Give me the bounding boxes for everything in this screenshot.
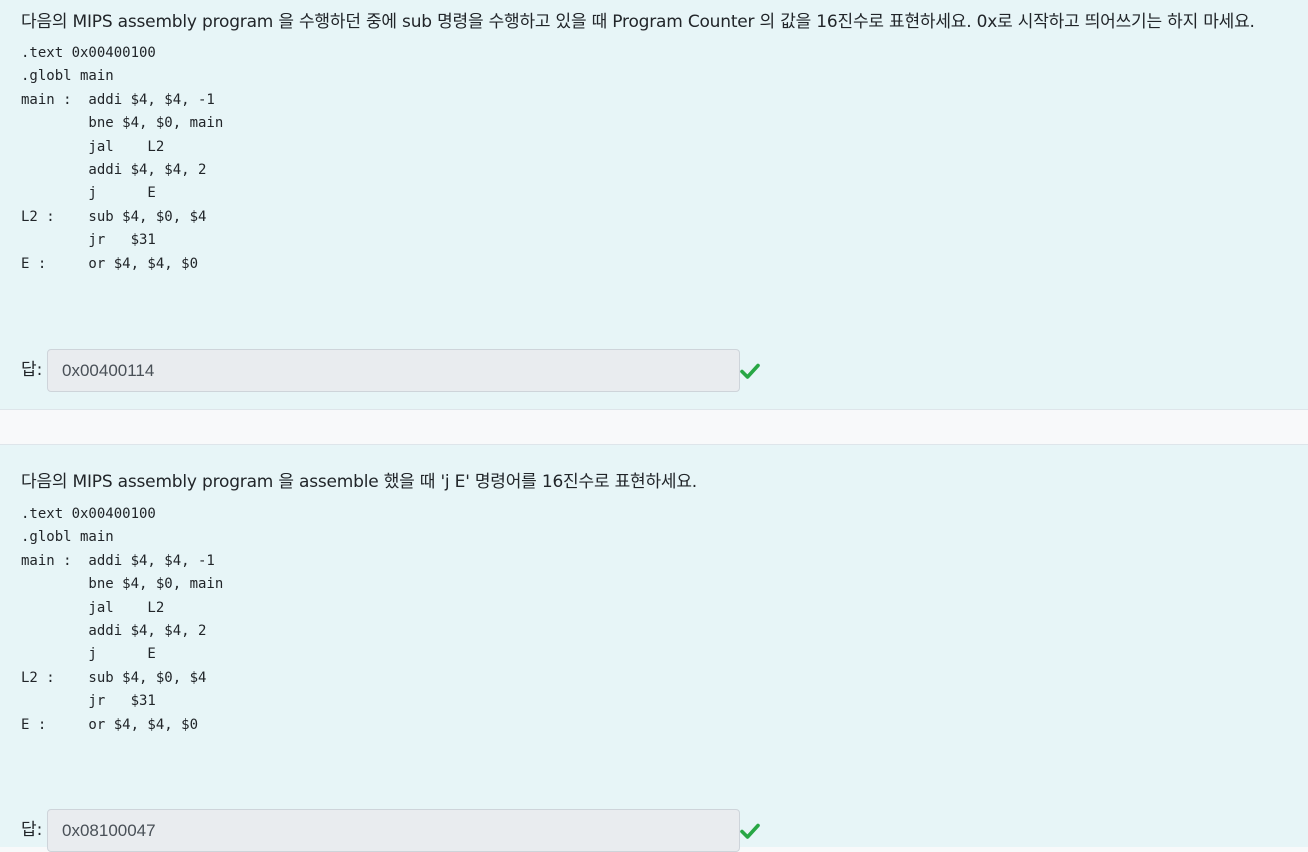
code-line: E : or $4, $4, $0 (21, 716, 199, 733)
code-line: .text 0x00400100 (21, 506, 156, 522)
code-line: j E (21, 646, 156, 663)
code-line: L2 : sub $4, $0, $4 (21, 669, 207, 686)
code-line: bne $4, $0, main (21, 115, 224, 132)
code-line: j E (21, 185, 156, 202)
code-line: main : addi $4, $4, -1 (21, 552, 215, 569)
code-line: .text 0x00400100 (21, 45, 156, 61)
question-1: 다음의 MIPS assembly program 을 수행하던 중에 sub … (0, 0, 1308, 410)
code-line: jr $31 (21, 232, 156, 249)
answer-input[interactable] (47, 809, 740, 852)
question-text: 다음의 MIPS assembly program 을 수행하던 중에 sub … (21, 12, 1255, 32)
code-line: E : or $4, $4, $0 (21, 255, 199, 272)
code-block: .text 0x00400100 .globl main main : addi $… (21, 42, 223, 276)
code-line: jal L2 (21, 138, 165, 155)
code-line: main : addi $4, $4, -1 (21, 91, 215, 108)
code-block: .text 0x00400100 .globl main main : addi $… (21, 503, 223, 737)
answer-label: 답: (21, 360, 43, 380)
code-line: jr $31 (21, 693, 156, 710)
check-icon (740, 363, 760, 379)
code-line: addi $4, $4, 2 (21, 622, 207, 639)
code-line: jal L2 (21, 599, 165, 616)
question-2: 다음의 MIPS assembly program 을 assemble 했을 … (0, 444, 1308, 852)
code-line: .globl main (21, 68, 114, 85)
answer-label: 답: (21, 820, 43, 840)
code-line: L2 : sub $4, $0, $4 (21, 208, 207, 225)
code-line: addi $4, $4, 2 (21, 161, 207, 178)
check-icon (740, 823, 760, 839)
code-line: .globl main (21, 529, 114, 546)
question-text: 다음의 MIPS assembly program 을 assemble 했을 … (21, 472, 697, 492)
answer-input[interactable] (47, 349, 740, 392)
code-line: bne $4, $0, main (21, 576, 224, 593)
